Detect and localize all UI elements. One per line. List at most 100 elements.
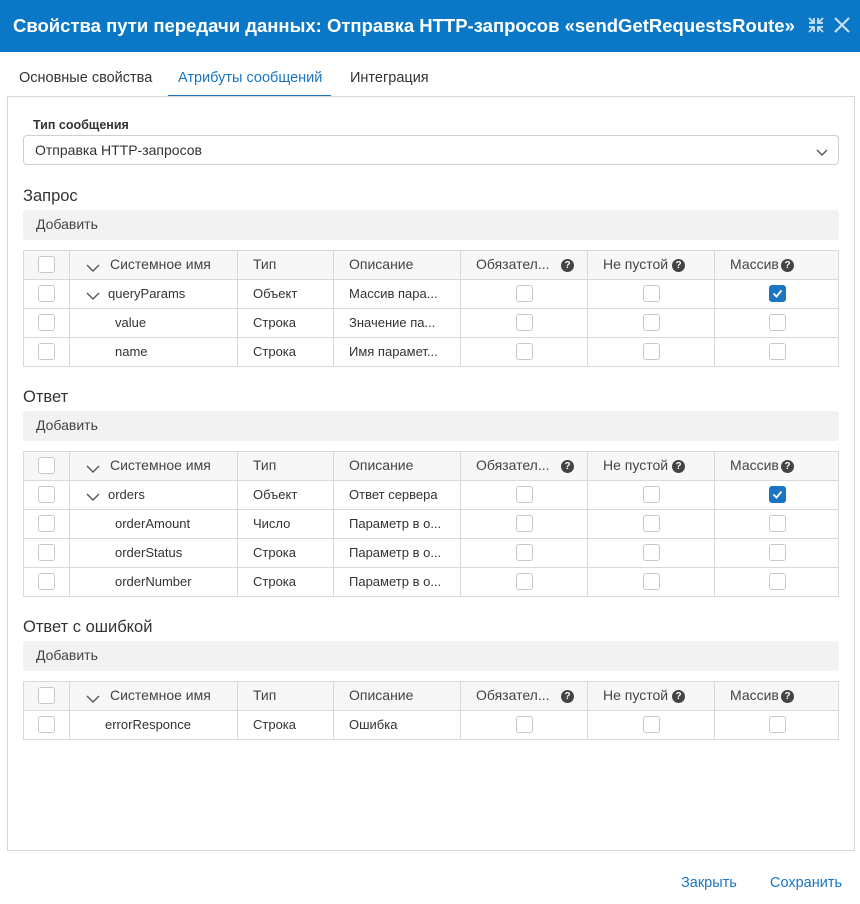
table-row[interactable]: name Строка Имя парамет... [24,338,838,367]
message-type-select[interactable]: Отправка HTTP-запросов [23,135,839,165]
chevron-down-icon[interactable] [86,490,100,501]
tab-main-properties[interactable]: Основные свойства [10,66,161,97]
not-empty-checkbox[interactable] [643,343,660,360]
array-checkbox[interactable] [769,544,786,561]
add-button-label: Добавить [36,647,98,663]
add-button[interactable]: Добавить [23,641,839,671]
row-name-cell: value [70,309,238,337]
row-name-cell: orders [70,481,238,509]
array-checkbox[interactable] [769,314,786,331]
help-icon[interactable]: ? [672,259,685,272]
save-button[interactable]: Сохранить [770,875,842,891]
row-select-checkbox[interactable] [38,343,55,360]
chevron-down-icon[interactable] [86,691,100,703]
required-checkbox[interactable] [516,573,533,590]
table-row[interactable]: orders Объект Ответ сервера [24,481,838,510]
not-empty-checkbox[interactable] [643,314,660,331]
close-icon[interactable] [832,15,852,35]
attribute-type: Объект [253,286,298,301]
tab-integration[interactable]: Интеграция [341,66,438,97]
table-row[interactable]: errorResponce Строка Ошибка [24,711,838,740]
not-empty-checkbox[interactable] [643,486,660,503]
help-icon[interactable]: ? [672,690,685,703]
attribute-type: Строка [253,574,297,589]
not-empty-checkbox[interactable] [643,573,660,590]
collapse-icon[interactable] [806,15,826,35]
not-empty-checkbox[interactable] [643,544,660,561]
chevron-down-icon[interactable] [86,461,100,473]
table-row[interactable]: orderStatus Строка Параметр в о... [24,539,838,568]
not-empty-checkbox[interactable] [643,285,660,302]
row-array-cell [715,568,840,596]
required-checkbox[interactable] [516,544,533,561]
chevron-down-icon [816,145,828,157]
column-header-type: Тип [253,256,277,272]
row-array-cell [715,510,840,538]
attribute-name: value [115,315,147,330]
row-select-checkbox[interactable] [38,716,55,733]
required-checkbox[interactable] [516,515,533,532]
attribute-description: Ошибка [349,717,398,732]
row-name-cell: orderStatus [70,539,238,567]
header-description-cell: Описание [334,682,461,710]
required-checkbox[interactable] [516,314,533,331]
array-checkbox[interactable] [769,486,786,503]
row-select-checkbox[interactable] [38,573,55,590]
select-all-checkbox[interactable] [38,256,55,273]
row-select-checkbox[interactable] [38,544,55,561]
row-required-cell [461,510,588,538]
required-checkbox[interactable] [516,343,533,360]
not-empty-checkbox[interactable] [643,515,660,532]
chevron-down-icon[interactable] [86,260,100,272]
array-checkbox[interactable] [769,285,786,302]
column-header-type: Тип [253,457,277,473]
help-icon[interactable]: ? [561,690,574,703]
column-header-array: Массив [730,256,779,272]
row-array-cell [715,711,840,739]
help-icon[interactable]: ? [781,259,794,272]
required-checkbox[interactable] [516,716,533,733]
help-icon[interactable]: ? [561,259,574,272]
column-header-not-empty: Не пустой [603,457,669,473]
row-name-cell: orderAmount [70,510,238,538]
not-empty-checkbox[interactable] [643,716,660,733]
add-button[interactable]: Добавить [23,411,839,441]
select-all-checkbox[interactable] [38,457,55,474]
table-row[interactable]: orderNumber Строка Параметр в о... [24,568,838,597]
help-icon[interactable]: ? [561,460,574,473]
array-checkbox[interactable] [769,343,786,360]
row-required-cell [461,280,588,308]
required-checkbox[interactable] [516,486,533,503]
add-button[interactable]: Добавить [23,210,839,240]
array-checkbox[interactable] [769,573,786,590]
table-row[interactable]: orderAmount Число Параметр в о... [24,510,838,539]
table-row[interactable]: value Строка Значение па... [24,309,838,338]
row-type-cell: Строка [238,711,334,739]
chevron-down-icon[interactable] [86,289,100,300]
row-select-cell [24,510,70,538]
row-not-empty-cell [588,309,715,337]
table-header-row: Системное имя Тип Описание Обязател...? Не п… [24,682,838,711]
array-checkbox[interactable] [769,716,786,733]
column-header-not-empty: Не пустой [603,687,669,703]
help-icon[interactable]: ? [781,460,794,473]
help-icon[interactable]: ? [672,460,685,473]
row-type-cell: Число [238,510,334,538]
array-checkbox[interactable] [769,515,786,532]
close-button[interactable]: Закрыть [681,875,737,891]
header-array-cell: Массив? [715,682,840,710]
row-select-checkbox[interactable] [38,515,55,532]
row-required-cell [461,568,588,596]
attribute-description: Параметр в о... [349,545,442,560]
row-select-checkbox[interactable] [38,486,55,503]
help-icon[interactable]: ? [781,690,794,703]
select-all-checkbox[interactable] [38,687,55,704]
required-checkbox[interactable] [516,285,533,302]
message-type-label: Тип сообщения [33,118,129,132]
row-select-checkbox[interactable] [38,314,55,331]
row-select-checkbox[interactable] [38,285,55,302]
table-row[interactable]: queryParams Объект Массив пара... [24,280,838,309]
tab-message-attributes[interactable]: Атрибуты сообщений [168,66,332,97]
row-not-empty-cell [588,510,715,538]
row-required-cell [461,539,588,567]
